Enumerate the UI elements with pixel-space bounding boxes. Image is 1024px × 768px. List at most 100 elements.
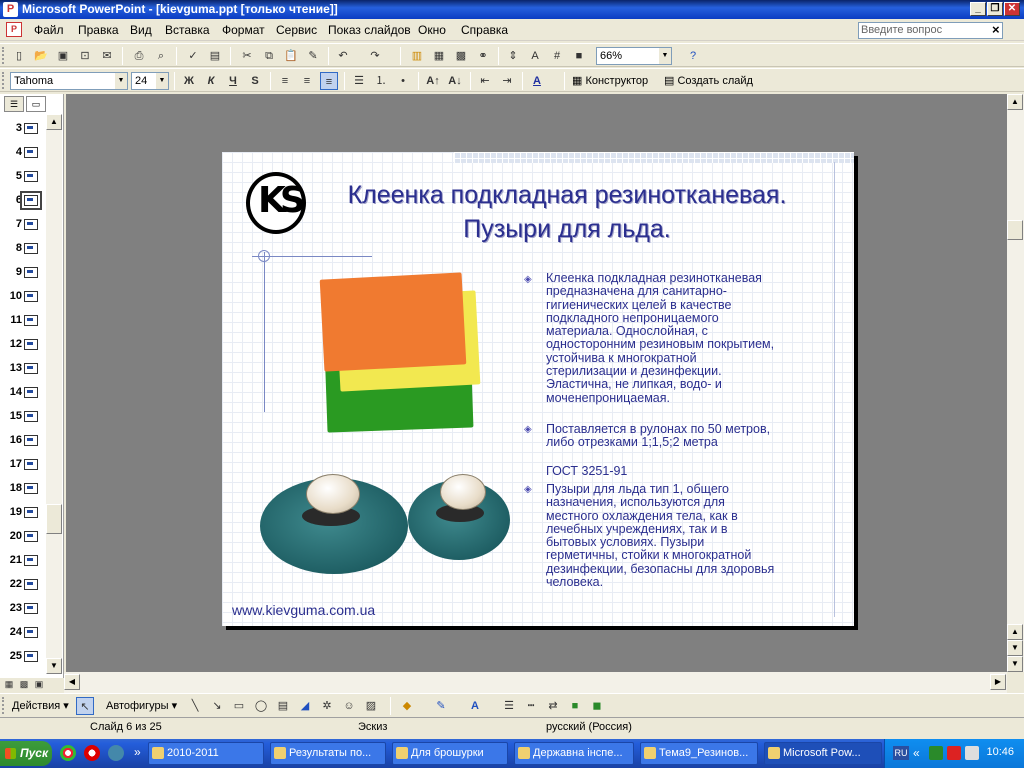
insert-chart-icon[interactable]: ▥ (408, 47, 426, 65)
slide-thumbnail[interactable] (24, 603, 38, 614)
slide-thumbnail[interactable] (24, 651, 38, 662)
expand-all-icon[interactable]: ⇕ (504, 47, 522, 65)
line-color-icon[interactable]: ✎ (432, 697, 450, 715)
next-slide-icon[interactable]: ▼ (1007, 656, 1023, 672)
clipart-icon[interactable]: ☺ (340, 697, 358, 715)
slide-thumbnail[interactable] (24, 315, 38, 326)
scroll-down-icon[interactable]: ▼ (1007, 640, 1023, 656)
bold-button[interactable]: Ж (180, 72, 198, 90)
more-quicklaunch-icon[interactable]: » (134, 745, 141, 759)
ask-question-input[interactable]: Введите вопрос (858, 22, 1003, 39)
website-url[interactable]: www.kievguma.com.ua (232, 602, 375, 618)
menu-tools[interactable]: Сервис (276, 23, 317, 37)
start-button[interactable]: Пуск (0, 741, 52, 766)
3d-style-icon[interactable]: ◼ (588, 697, 606, 715)
increase-indent-icon[interactable]: ⇥ (498, 72, 516, 90)
scroll-up-icon[interactable]: ▲ (46, 114, 62, 130)
dash-style-icon[interactable]: ┅ (522, 697, 540, 715)
slide-thumbnail[interactable] (24, 483, 38, 494)
menu-edit[interactable]: Правка (78, 23, 119, 37)
gost-text[interactable]: ГОСТ 3251-91 (546, 464, 627, 478)
language-indicator[interactable]: RU (893, 746, 909, 760)
cut-icon[interactable]: ✂ (238, 47, 256, 65)
slide-thumbnail[interactable] (24, 123, 38, 134)
align-right-icon[interactable]: ≡ (320, 72, 338, 90)
print-preview-icon[interactable]: ⌕ (152, 47, 170, 65)
sorter-view-icon[interactable]: ▩ (17, 677, 31, 691)
wordart-icon[interactable]: ◢ (296, 697, 314, 715)
slide-thumbnail[interactable] (24, 627, 38, 638)
ie-icon[interactable] (108, 745, 124, 761)
underline-button[interactable]: Ч (224, 72, 242, 90)
shadow-style-icon[interactable]: ■ (566, 697, 584, 715)
select-pointer-icon[interactable]: ↖ (76, 697, 94, 715)
line-style-icon[interactable]: ☰ (500, 697, 518, 715)
tab-outline[interactable]: ☰ (4, 96, 24, 112)
slide-thumbnail[interactable] (24, 555, 38, 566)
font-select[interactable]: Tahoma ▼ (10, 72, 128, 90)
new-icon[interactable]: ▯ (10, 47, 28, 65)
actions-menu[interactable]: Действия ▾ (12, 697, 69, 715)
line-icon[interactable]: ╲ (186, 697, 204, 715)
slide-thumbnail[interactable] (24, 363, 38, 374)
menu-format[interactable]: Формат (222, 23, 265, 37)
scroll-left-icon[interactable]: ◀ (64, 674, 80, 690)
slide-thumbnail[interactable] (24, 459, 38, 470)
opera-icon[interactable] (84, 745, 100, 761)
slide-thumbnail[interactable] (24, 507, 38, 518)
print-icon[interactable]: ⎙ (130, 47, 148, 65)
open-icon[interactable]: 📂 (32, 47, 50, 65)
slides-scrollbar[interactable]: ▲ ▼ (46, 114, 62, 674)
close-document-icon[interactable]: × (992, 22, 1000, 37)
bullet-text-icebags[interactable]: Пузыри для льда тип 1, общего назначения… (546, 482, 776, 589)
designer-button[interactable]: ▦ Конструктор (572, 72, 648, 90)
slide-thumbnail[interactable] (24, 147, 38, 158)
oval-icon[interactable]: ◯ (252, 697, 270, 715)
undo-icon[interactable]: ↶ (334, 47, 352, 65)
font-color-icon[interactable]: A (528, 72, 546, 90)
zoom-select[interactable]: 66% ▼ (596, 47, 672, 65)
rectangle-icon[interactable]: ▭ (230, 697, 248, 715)
slide-thumbnail[interactable] (24, 579, 38, 590)
copy-icon[interactable]: ⧉ (260, 47, 278, 65)
insert-hyperlink-icon[interactable]: ⚭ (474, 47, 492, 65)
menu-file[interactable]: Файл (34, 23, 64, 37)
paste-icon[interactable]: 📋 (282, 47, 300, 65)
textbox-icon[interactable]: ▤ (274, 697, 292, 715)
slide-thumbnail[interactable] (24, 339, 38, 350)
slide-thumbnail[interactable] (24, 531, 38, 542)
menu-window[interactable]: Окно (418, 23, 446, 37)
arrow-icon[interactable]: ↘ (208, 697, 226, 715)
scroll-thumb[interactable] (1007, 220, 1023, 240)
diagram-icon[interactable]: ✲ (318, 697, 336, 715)
chrome-icon[interactable] (60, 745, 76, 761)
menu-slideshow[interactable]: Показ слайдов (328, 23, 411, 37)
restore-button[interactable]: ❐ (987, 2, 1003, 16)
fill-color-icon[interactable]: ◆ (398, 697, 416, 715)
numbering-icon[interactable]: ⒈ (372, 72, 390, 90)
slide-thumbnail[interactable] (24, 291, 38, 302)
powerpoint-app-icon[interactable]: P (3, 2, 18, 17)
picture-icon[interactable]: ▨ (362, 697, 380, 715)
slide-thumbnail[interactable] (24, 267, 38, 278)
menu-insert[interactable]: Вставка (165, 23, 210, 37)
normal-view-icon[interactable]: ▦ (2, 677, 16, 691)
slide-canvas[interactable]: KS Клеенка подкладная резинотканевая. Пу… (222, 152, 854, 626)
scroll-right-icon[interactable]: ▶ (990, 674, 1006, 690)
slide-thumbnail[interactable] (24, 387, 38, 398)
tables-borders-icon[interactable]: ▩ (452, 47, 470, 65)
task-brochure[interactable]: Для брошурки (392, 742, 508, 765)
task-powerpoint[interactable]: Microsoft Pow... (764, 742, 882, 765)
slide-title[interactable]: Клеенка подкладная резинотканевая. Пузыр… (312, 178, 822, 246)
show-grid-icon[interactable]: # (548, 47, 566, 65)
font-color-draw-icon[interactable]: A (466, 697, 484, 715)
slide-thumbnail[interactable] (24, 435, 38, 446)
task-derzhavna[interactable]: Державна інспе... (514, 742, 634, 765)
scroll-thumb[interactable] (46, 504, 62, 534)
toolbar-grip[interactable] (2, 697, 5, 714)
align-left-icon[interactable]: ≡ (276, 72, 294, 90)
menu-view[interactable]: Вид (130, 23, 152, 37)
increase-font-icon[interactable]: A↑ (424, 72, 442, 90)
bullets-icon[interactable]: • (394, 72, 412, 90)
color-grayscale-icon[interactable]: ■ (570, 47, 588, 65)
